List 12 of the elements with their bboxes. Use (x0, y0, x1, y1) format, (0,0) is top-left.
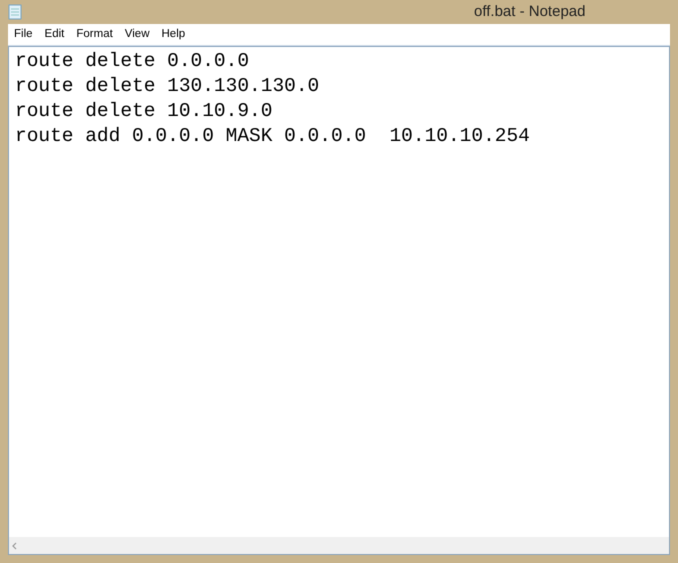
scroll-left-icon[interactable] (11, 542, 17, 550)
menu-item[interactable]: File (8, 26, 39, 44)
text-line: route delete 10.10.9.0 (15, 99, 272, 124)
notepad-icon (8, 4, 22, 20)
menu-item[interactable]: View (118, 26, 156, 44)
text-line: route delete 130.130.130.0 (15, 74, 320, 99)
text-line: route add 0.0.0.0 MASK 0.0.0.0 10.10.10.254 (15, 124, 530, 149)
window-title: off.bat - Notepad (474, 2, 586, 22)
text-line: route delete 0.0.0.0 (15, 49, 250, 74)
menu-item[interactable]: Help (156, 26, 192, 44)
menu-item[interactable]: Format (70, 26, 119, 44)
menu-item[interactable]: Edit (38, 26, 70, 44)
